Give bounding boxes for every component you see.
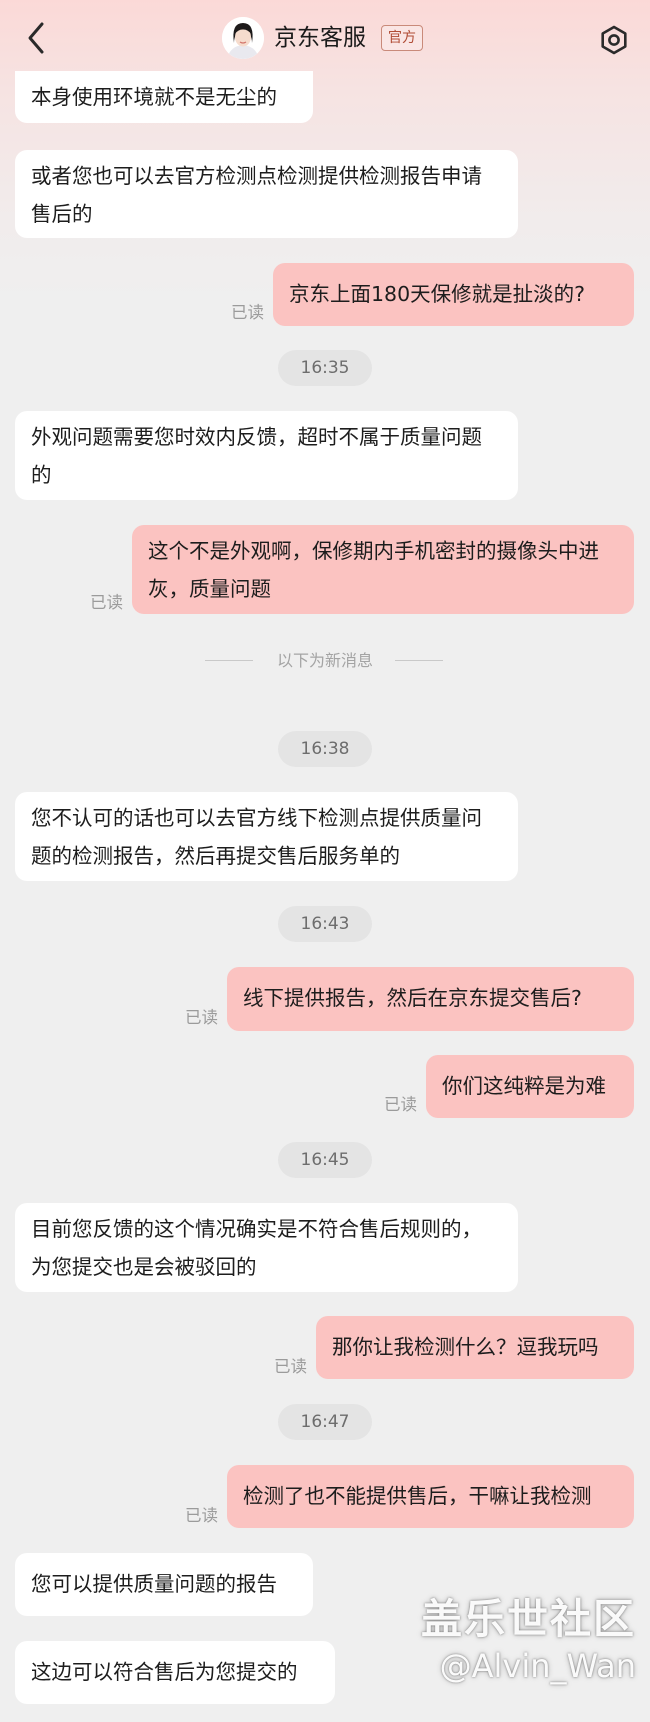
message-bubble-incoming[interactable]: 本身使用环境就不是无尘的 (15, 71, 313, 123)
message-bubble-outgoing[interactable]: 线下提供报告，然后在京东提交售后? (227, 967, 634, 1031)
message-bubble-outgoing[interactable]: 京东上面180天保修就是扯淡的? (273, 263, 634, 326)
message-bubble-outgoing[interactable]: 那你让我检测什么？逗我玩吗 (316, 1316, 634, 1379)
divider-line-right (395, 660, 443, 661)
message-bubble-incoming[interactable]: 目前您反馈的这个情况确实是不符合售后规则的，为您提交也是会被驳回的 (15, 1203, 518, 1292)
message-bubble-incoming[interactable]: 您不认可的话也可以去官方线下检测点提供质量问题的检测报告，然后再提交售后服务单的 (15, 792, 518, 881)
timestamp: 16:45 (278, 1142, 372, 1178)
new-messages-divider: 以下为新消息 (205, 648, 445, 674)
timestamp: 16:35 (278, 350, 372, 386)
back-button[interactable] (18, 18, 54, 58)
read-status: 已读 (185, 1506, 218, 1525)
watermark-handle: @Alvin_Wan (439, 1647, 636, 1685)
read-status: 已读 (185, 1008, 218, 1027)
watermark: 盖乐世社区 @Alvin_Wan (410, 1594, 646, 1688)
timestamp: 16:47 (278, 1404, 372, 1440)
message-bubble-outgoing[interactable]: 你们这纯粹是为难 (426, 1055, 634, 1118)
settings-button[interactable] (594, 20, 634, 60)
message-bubble-incoming[interactable]: 外观问题需要您时效内反馈，超时不属于质量问题的 (15, 411, 518, 500)
page-title: 京东客服 (274, 25, 366, 51)
divider-label: 以下为新消息 (276, 651, 373, 670)
chat-header: 京东客服 官方 (0, 0, 650, 78)
divider-line-left (205, 660, 253, 661)
official-badge: 官方 (381, 25, 423, 51)
read-status: 已读 (90, 593, 123, 612)
message-bubble-incoming[interactable]: 或者您也可以去官方检测点检测提供检测报告申请售后的 (15, 150, 518, 238)
watermark-logo: 盖乐世社区 (421, 1595, 636, 1643)
message-bubble-outgoing[interactable]: 检测了也不能提供售后，干嘛让我检测 (227, 1465, 634, 1528)
read-status: 已读 (231, 303, 264, 322)
chevron-left-icon (28, 22, 44, 54)
settings-hexagon-icon (601, 25, 627, 55)
read-status: 已读 (384, 1095, 417, 1114)
avatar-portrait-icon (222, 17, 264, 59)
message-bubble-incoming[interactable]: 您可以提供质量问题的报告 (15, 1553, 313, 1616)
message-bubble-outgoing[interactable]: 这个不是外观啊，保修期内手机密封的摄像头中进灰，质量问题 (132, 525, 634, 614)
message-bubble-incoming[interactable]: 这边可以符合售后为您提交的 (15, 1641, 335, 1704)
read-status: 已读 (274, 1357, 307, 1376)
timestamp: 16:38 (278, 731, 372, 767)
agent-avatar[interactable] (222, 17, 264, 59)
timestamp: 16:43 (278, 906, 372, 942)
